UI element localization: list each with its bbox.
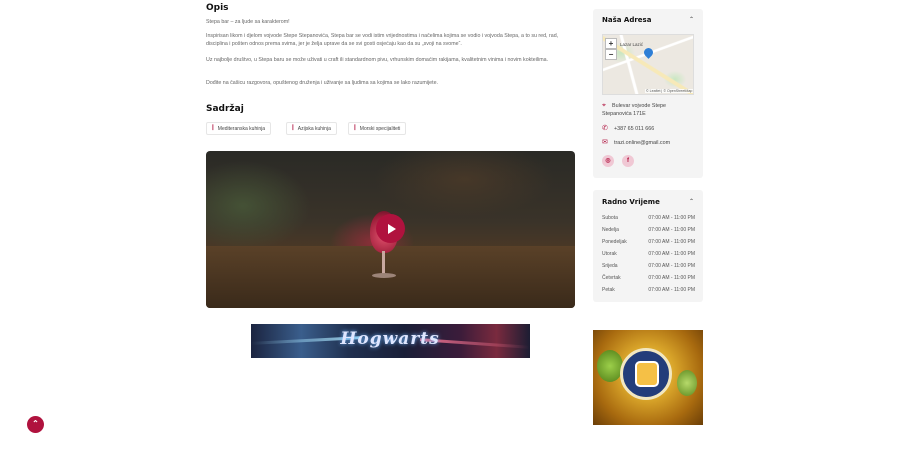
hours-time: 07:00 AM - 11:00 PM <box>648 275 695 281</box>
scroll-to-top-button[interactable]: ⌃ <box>27 416 44 433</box>
play-button[interactable] <box>376 214 405 243</box>
phone-icon: ✆ <box>602 125 608 132</box>
instagram-icon[interactable]: ◎ <box>602 155 614 167</box>
tag-label: Morski specijaliteti <box>359 125 401 132</box>
hops-graphic <box>677 370 697 396</box>
opis-heading: Opis <box>206 3 229 13</box>
hours-row: Četvrtak 07:00 AM - 11:00 PM <box>602 275 695 281</box>
map-place-label: Lazar Lazić <box>620 42 644 47</box>
map-attribution[interactable]: © Leaflet | © OpenStreetMap <box>645 89 694 93</box>
email-link[interactable]: trazi.online@gmail.com <box>614 140 670 147</box>
hours-row: Subota 07:00 AM - 11:00 PM <box>602 215 695 221</box>
hops-graphic <box>597 350 623 382</box>
facebook-icon[interactable]: f <box>622 155 634 167</box>
hours-day: Petak <box>602 287 615 293</box>
cutlery-icon: ꟾ <box>292 126 294 132</box>
map-zoom-in-button[interactable]: + <box>605 38 617 49</box>
intro-paragraph: Stepa bar – za ljude sa karakterom! <box>206 19 290 25</box>
hours-row: Utorak 07:00 AM - 11:00 PM <box>602 251 695 257</box>
hours-day: Četvrtak <box>602 275 621 281</box>
video-glass-base <box>372 273 396 278</box>
tag-mediterranean[interactable]: ꟾ Mediteranska kuhinja <box>206 122 272 135</box>
hours-row: Nedelja 07:00 AM - 11:00 PM <box>602 227 695 233</box>
hours-time: 07:00 AM - 11:00 PM <box>648 239 695 245</box>
hogwarts-banner-ad[interactable]: Hogwarts <box>251 324 530 358</box>
collapse-caret-icon[interactable]: ⌃ <box>689 16 902 23</box>
banner-logo: Hogwarts <box>340 329 440 349</box>
beer-promo-ad[interactable] <box>593 330 703 425</box>
hours-day: Subota <box>602 215 618 221</box>
phone-link[interactable]: +387 65 011 666 <box>614 126 654 133</box>
invite-paragraph: Dođite na čašicu razgovora, opuštenog dr… <box>206 80 439 86</box>
hours-time: 07:00 AM - 11:00 PM <box>648 263 695 269</box>
hours-time: 07:00 AM - 11:00 PM <box>648 215 695 221</box>
hours-time: 07:00 AM - 11:00 PM <box>648 251 695 257</box>
video-glass-stem <box>382 251 385 275</box>
hours-row: Ponedeljak 07:00 AM - 11:00 PM <box>602 239 695 245</box>
promo-video[interactable] <box>206 151 575 308</box>
hours-day: Utorak <box>602 251 617 257</box>
hours-day: Ponedeljak <box>602 239 627 245</box>
cutlery-icon: ꟾ <box>212 126 214 132</box>
map-zoom-out-button[interactable]: − <box>605 49 617 60</box>
cutlery-icon: ꟾ <box>354 126 356 132</box>
hours-row: Srijeda 07:00 AM - 11:00 PM <box>602 263 695 269</box>
address-card-title: Naša Adresa <box>602 16 652 24</box>
sadrzaj-heading: Sadržaj <box>206 104 244 114</box>
hours-card <box>593 190 703 302</box>
address-line-2: Stepanovića 171E <box>602 111 646 117</box>
hours-row: Petak 07:00 AM - 11:00 PM <box>602 287 695 293</box>
play-icon <box>387 223 396 234</box>
description-paragraph: Inspirisan likom i djelom vojvode Stepe … <box>206 33 559 47</box>
offer-paragraph: Uz najbolje društvo, u Stepa baru se mož… <box>206 57 549 63</box>
collapse-caret-icon[interactable]: ⌃ <box>689 198 902 205</box>
hours-time: 07:00 AM - 11:00 PM <box>648 287 695 293</box>
hours-time: 07:00 AM - 11:00 PM <box>648 227 695 233</box>
brewery-badge-logo <box>620 348 672 400</box>
address-line-1: Bulevar vojvode Stepe <box>612 103 666 109</box>
hours-day: Srijeda <box>602 263 618 269</box>
tag-asian[interactable]: ꟾ Azijska kuhinja <box>286 122 337 135</box>
hours-card-title: Radno Vrijeme <box>602 198 660 206</box>
tag-seafood[interactable]: ꟾ Morski specijaliteti <box>348 122 407 135</box>
tag-label: Azijska kuhinja <box>297 125 331 132</box>
email-icon: ✉ <box>602 139 608 146</box>
tag-label: Mediteranska kuhinja <box>217 125 266 132</box>
hours-day: Nedelja <box>602 227 619 233</box>
location-pin-icon: ⌖ <box>602 102 606 109</box>
